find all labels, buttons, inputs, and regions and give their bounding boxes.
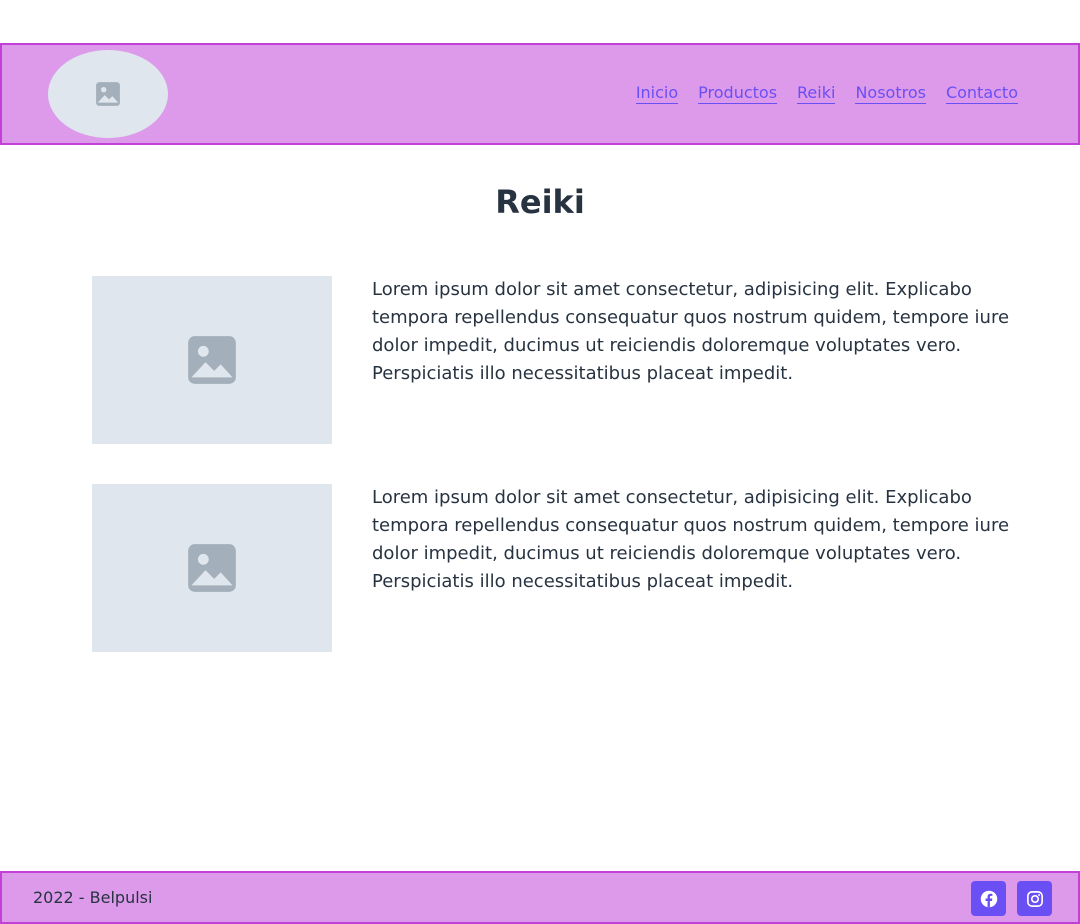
- page-title: Reiki: [495, 183, 585, 221]
- site-footer: 2022 - Belpulsi: [0, 871, 1080, 924]
- content-item: Lorem ipsum dolor sit amet consectetur, …: [92, 276, 1032, 444]
- nav-link-productos[interactable]: Productos: [698, 84, 778, 104]
- facebook-button[interactable]: [971, 881, 1006, 916]
- site-header: Inicio Productos Reiki Nosotros Contacto: [0, 43, 1080, 145]
- nav-link-inicio[interactable]: Inicio: [635, 84, 679, 104]
- item-description: Lorem ipsum dolor sit amet consectetur, …: [372, 279, 1010, 384]
- logo[interactable]: [48, 50, 168, 138]
- nav-link-nosotros[interactable]: Nosotros: [855, 84, 926, 104]
- instagram-icon: [1026, 890, 1043, 907]
- image-placeholder-icon: [188, 336, 236, 384]
- content-item: Lorem ipsum dolor sit amet consectetur, …: [92, 484, 1032, 652]
- item-description: Lorem ipsum dolor sit amet consectetur, …: [372, 487, 1010, 592]
- image-placeholder: [92, 484, 332, 652]
- image-placeholder-icon: [188, 544, 236, 592]
- main-nav: Inicio Productos Reiki Nosotros Contacto: [635, 45, 1018, 143]
- nav-link-reiki[interactable]: Reiki: [797, 84, 836, 104]
- image-placeholder-icon: [96, 82, 120, 106]
- facebook-icon: [980, 890, 997, 907]
- copyright-text: 2022 - Belpulsi: [33, 888, 153, 907]
- image-placeholder: [92, 276, 332, 444]
- instagram-button[interactable]: [1017, 881, 1052, 916]
- nav-link-contacto[interactable]: Contacto: [945, 84, 1018, 104]
